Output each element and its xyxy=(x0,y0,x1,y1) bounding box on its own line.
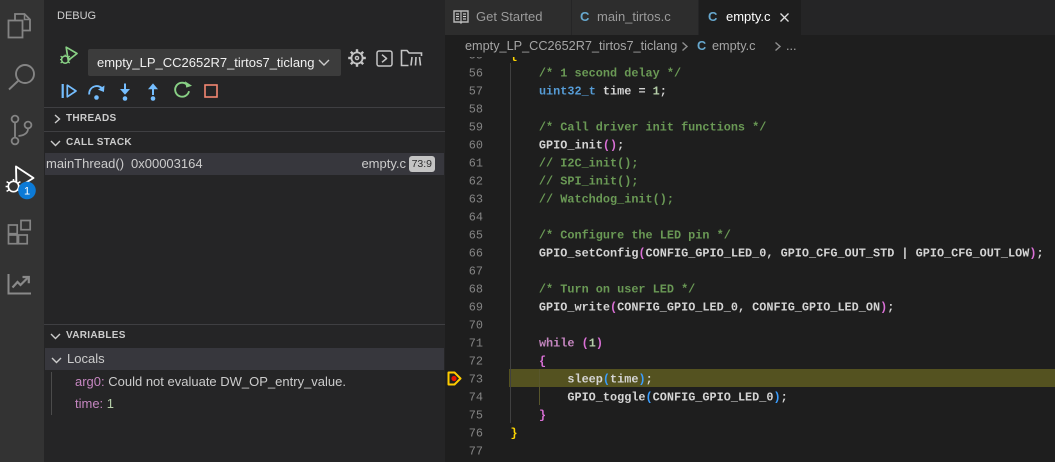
svg-text:1: 1 xyxy=(24,186,30,198)
